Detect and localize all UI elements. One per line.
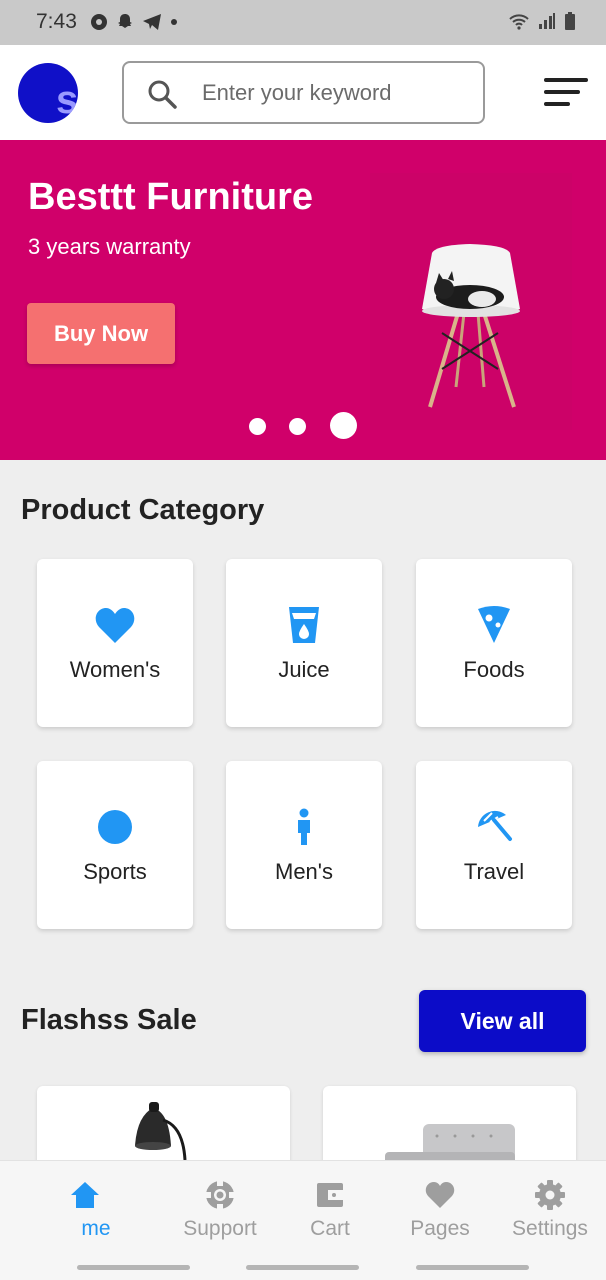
category-label: Juice [278, 657, 330, 682]
heart-icon [425, 1182, 455, 1208]
gear-icon [535, 1180, 565, 1210]
nav-label: Support [183, 1217, 257, 1240]
carousel-dot-3-active[interactable] [330, 412, 357, 439]
status-time: 7:43 [36, 10, 77, 33]
carousel-dot-1[interactable] [249, 418, 266, 435]
signal-icon [539, 13, 555, 29]
category-label: Foods [463, 657, 525, 682]
status-bar: 7:43 [0, 0, 606, 45]
category-label: Travel [463, 859, 525, 884]
man-icon [298, 808, 310, 845]
banner-chair-image [370, 173, 572, 430]
nav-item-settings[interactable]: Settings [495, 1161, 605, 1257]
search-icon [148, 80, 177, 109]
nav-item-support[interactable]: Support [165, 1161, 275, 1257]
view-all-button[interactable]: View all [419, 990, 586, 1052]
wallet-icon [317, 1183, 343, 1207]
nav-label: Settings [512, 1217, 588, 1240]
snapchat-icon [118, 14, 132, 28]
banner-title: Besttt Furniture [28, 176, 313, 218]
bottom-nav: me Support Cart Pages Settings [0, 1160, 606, 1256]
telegram-icon [143, 14, 161, 30]
category-label: Women's [69, 657, 161, 682]
lifebuoy-icon [206, 1181, 234, 1209]
category-card-travel[interactable]: Travel [416, 761, 572, 929]
flash-sale-title: Flashss Sale [21, 1004, 197, 1036]
search-box[interactable] [122, 61, 485, 124]
gesture-pill-right[interactable] [416, 1265, 529, 1270]
battery-icon [565, 12, 575, 30]
category-label: Sports [83, 859, 147, 884]
search-input[interactable] [202, 75, 472, 111]
category-label: Men's [275, 859, 333, 884]
beach-umbrella-icon [478, 810, 512, 841]
system-gesture-bar [0, 1256, 606, 1280]
nav-item-cart[interactable]: Cart [275, 1161, 385, 1257]
menu-icon[interactable] [544, 78, 588, 108]
heart-icon [95, 608, 135, 643]
home-icon [71, 1182, 99, 1208]
nav-item-home[interactable]: me [30, 1161, 140, 1257]
category-card-foods[interactable]: Foods [416, 559, 572, 727]
data-saver-icon [91, 14, 107, 30]
carousel-dots [249, 412, 359, 442]
category-card-womens[interactable]: Women's [37, 559, 193, 727]
nav-label: me [81, 1217, 111, 1240]
gesture-pill-center[interactable] [246, 1265, 359, 1270]
logo-letter: s [56, 78, 78, 122]
promo-banner[interactable]: Besttt Furniture 3 years warranty Buy No… [0, 140, 606, 460]
gesture-pill-left[interactable] [77, 1265, 190, 1270]
notification-icons [90, 13, 178, 31]
ball-icon [98, 810, 132, 844]
category-card-sports[interactable]: Sports [37, 761, 193, 929]
nav-label: Pages [410, 1217, 470, 1240]
buy-now-button[interactable]: Buy Now [27, 303, 175, 364]
more-notifications-icon [171, 19, 177, 25]
top-bar: s [0, 45, 606, 140]
nav-item-pages[interactable]: Pages [385, 1161, 495, 1257]
product-category-title: Product Category [21, 494, 265, 526]
cup-icon [289, 607, 319, 643]
wifi-icon [509, 14, 529, 30]
nav-label: Cart [310, 1217, 350, 1240]
carousel-dot-2[interactable] [289, 418, 306, 435]
category-card-juice[interactable]: Juice [226, 559, 382, 727]
app-logo[interactable]: s [18, 63, 78, 123]
banner-subtitle: 3 years warranty [28, 234, 191, 259]
category-card-mens[interactable]: Men's [226, 761, 382, 929]
system-icons [508, 12, 576, 30]
pizza-icon [478, 606, 510, 643]
